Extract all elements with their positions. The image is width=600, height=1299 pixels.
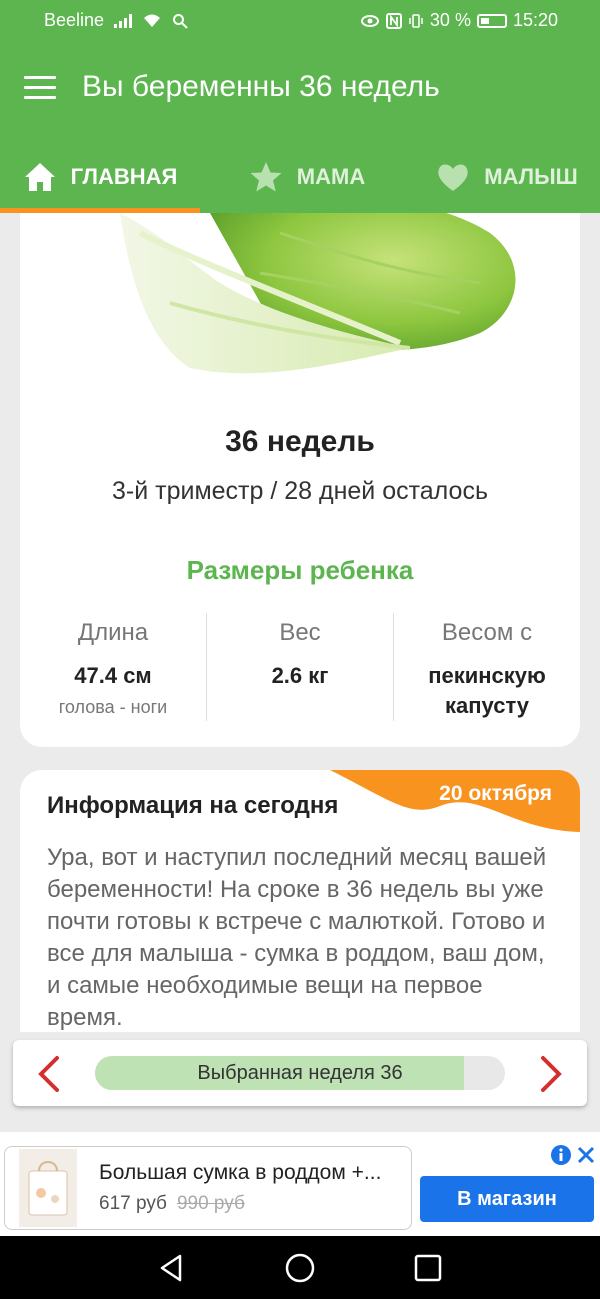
heart-icon [438, 164, 468, 191]
info-title: Информация на сегодня [47, 792, 339, 819]
back-icon[interactable] [156, 1252, 188, 1284]
stat-length-value: 47.4 см [74, 663, 152, 688]
tab-mama[interactable]: МАМА [200, 140, 414, 213]
carrier-name: Beeline [44, 10, 105, 30]
date-badge: 20 октября [439, 782, 552, 805]
ad-product[interactable]: Большая сумка в роддом +... 617 руб 990 р… [4, 1146, 412, 1230]
selected-week-label: Выбранная неделя 36 [197, 1062, 403, 1084]
tab-bar: ГЛАВНАЯ МАМА МАЛЫШ [0, 140, 600, 213]
wifi-icon [144, 14, 161, 27]
baby-sizes-title: Размеры ребенка [186, 555, 414, 585]
battery-percent: 30 % [429, 10, 471, 30]
info-text: Ура, вот и наступил последний месяц ваше… [47, 844, 547, 1031]
stat-comparison-value: пекинскую капусту [428, 663, 546, 718]
tab-mama-label: МАМА [296, 163, 366, 189]
app-bar: Вы беременны 36 недель [0, 40, 600, 140]
product-image [19, 1149, 77, 1227]
ad-title: Большая сумка в роддом +... [99, 1161, 382, 1184]
baby-stats: Длина 47.4 см голова - ноги Вес 2.6 кг В… [20, 613, 580, 721]
ad-shop-button[interactable]: В магазин [420, 1176, 594, 1222]
home-icon [24, 162, 55, 191]
close-icon[interactable] [576, 1144, 596, 1166]
week-summary-card: 36 недель 3-й триместр / 28 дней осталос… [20, 213, 580, 747]
tab-baby[interactable]: МАЛЫШ [414, 140, 600, 213]
stat-weight-label: Вес [279, 619, 321, 646]
cabbage-image [120, 213, 516, 374]
nfc-icon [385, 12, 402, 29]
chevron-left-icon[interactable] [31, 1054, 71, 1094]
tab-baby-label: МАЛЫШ [484, 163, 578, 189]
week-selector: Выбранная неделя 36 [13, 1040, 587, 1106]
stat-length-label: Длина [77, 619, 149, 646]
daily-info-card: 20 октября Информация на сегодня Ура, во… [20, 770, 580, 1032]
info-icon[interactable] [550, 1144, 572, 1166]
tab-home[interactable]: ГЛАВНАЯ [0, 140, 200, 213]
menu-icon[interactable] [24, 76, 56, 100]
ad-banner: Большая сумка в роддом +... 617 руб 990 р… [0, 1132, 600, 1236]
ad-price: 617 руб [99, 1193, 167, 1214]
chevron-right-icon[interactable] [529, 1054, 569, 1094]
stat-weight: Вес 2.6 кг [206, 613, 393, 721]
status-left: Beeline [44, 10, 188, 31]
stat-weight-value: 2.6 кг [271, 663, 329, 688]
system-nav-bar [0, 1236, 600, 1299]
clock: 15:20 [512, 10, 558, 30]
status-bar: Beeline 30 % 15:20 [0, 0, 600, 40]
star-icon [250, 161, 282, 191]
stat-comparison: Весом с пекинскую капусту [393, 613, 580, 721]
recents-icon[interactable] [412, 1252, 444, 1284]
page-title: Вы беременны 36 недель [82, 70, 440, 103]
vibrate-icon [409, 13, 423, 28]
ad-old-price: 990 руб [176, 1193, 245, 1214]
search-icon [173, 13, 188, 29]
battery-icon [476, 13, 507, 28]
status-right: 30 % 15:20 [360, 10, 558, 31]
stat-comparison-label: Весом с [441, 619, 533, 646]
trimester-text: 3-й триместр / 28 дней осталось [112, 477, 488, 505]
home-circle-icon[interactable] [284, 1252, 316, 1284]
eye-icon [360, 14, 379, 27]
stat-length: Длина 47.4 см голова - ноги [20, 613, 206, 721]
stat-length-sub: голова - ноги [58, 697, 168, 717]
week-progress[interactable]: Выбранная неделя 36 [95, 1056, 505, 1090]
signal-icon [114, 13, 133, 28]
weeks-heading: 36 недель [225, 425, 375, 458]
tab-home-label: ГЛАВНАЯ [70, 163, 178, 189]
ad-price-row: 617 руб 990 руб [99, 1193, 245, 1215]
